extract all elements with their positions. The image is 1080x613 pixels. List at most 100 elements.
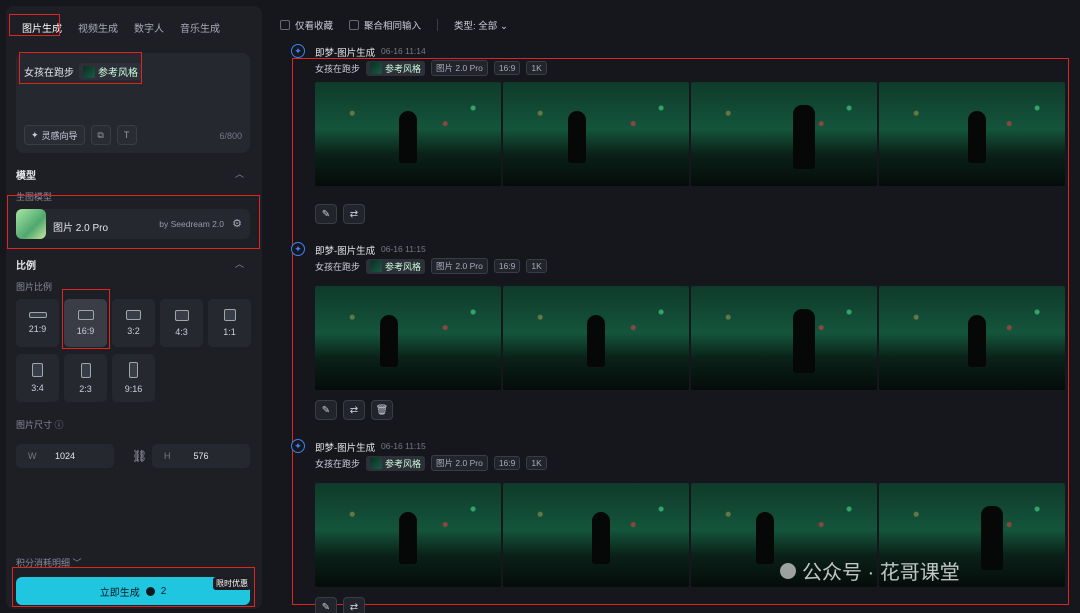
ratio-shape-icon (77, 310, 94, 320)
model-selector[interactable]: 图片 2.0 Pro by Seedream 2.0 ⚙ (16, 209, 250, 239)
height-input[interactable]: H 576 (152, 444, 250, 468)
resolution-tag: 1K (526, 259, 547, 273)
chevron-up-icon[interactable]: ︿ (235, 257, 244, 270)
tab-image[interactable]: 图片生成 (16, 16, 68, 39)
trash-icon[interactable]: 🗑 (371, 400, 393, 420)
ratio-label: 1:1 (223, 327, 236, 337)
fav-filter[interactable]: 仅看收藏 (280, 18, 333, 32)
filter-bar: 仅看收藏 聚合相同输入 类型: 全部 ⌄ (280, 18, 508, 32)
ratio-shape-icon (126, 310, 141, 320)
reference-chip[interactable]: 参考风格 (79, 63, 142, 80)
generated-image[interactable] (879, 82, 1065, 186)
reference-chip[interactable]: 参考风格 (366, 60, 426, 76)
edit-icon[interactable]: ✎ (315, 400, 337, 420)
coin-icon (145, 586, 155, 596)
reference-label: 参考风格 (98, 68, 138, 79)
ratio-label: 4:3 (175, 326, 188, 337)
ratio-shape-icon (223, 309, 236, 321)
inspire-button[interactable]: ✦ 灵感向导 (24, 125, 85, 145)
ratio-option[interactable]: 1:1 (208, 299, 251, 347)
model-tag: 图片 2.0 Pro (431, 258, 488, 274)
group-actions: ✎ ⇄ (315, 204, 365, 224)
reference-label: 参考风格 (385, 261, 422, 272)
ratio-option[interactable]: 2:3 (64, 354, 107, 402)
group-title: 即梦-图片生成 (315, 246, 376, 257)
ratio-shape-icon (28, 312, 47, 318)
watermark: 公众号 · 花哥课堂 (780, 556, 960, 585)
reference-thumbnail (370, 260, 383, 272)
image-upload-icon[interactable]: ⧉ (90, 125, 111, 145)
prompt-line: 女孩在跑步 参考风格 (24, 63, 142, 80)
group-actions: ✎ ⇄ 🗑 (315, 400, 393, 420)
ratio-option[interactable]: 21:9 (16, 299, 59, 347)
wechat-icon (780, 562, 796, 579)
generated-image[interactable] (315, 483, 501, 587)
group-meta: 女孩在跑步 参考风格 图片 2.0 Pro 16:9 1K (315, 60, 547, 76)
edit-icon[interactable]: ✎ (315, 597, 337, 613)
ratio-shape-icon (174, 309, 189, 321)
height-value: 576 (193, 451, 209, 461)
width-value: 1024 (54, 451, 76, 461)
generated-image[interactable] (503, 483, 689, 587)
reference-chip[interactable]: 参考风格 (366, 455, 426, 471)
ratio-sub-label: 图片比例 (16, 282, 53, 292)
group-title: 即梦-图片生成 (315, 48, 376, 59)
group-actions: ✎ ⇄ (315, 597, 365, 613)
ratio-shape-icon (80, 362, 91, 378)
tab-video[interactable]: 视频生成 (72, 16, 124, 39)
generated-image[interactable] (503, 82, 689, 186)
ratio-option[interactable]: 9:16 (112, 354, 155, 402)
prompt-tools: ✦ 灵感向导 ⧉ T (24, 125, 137, 145)
tab-avatar[interactable]: 数字人 (128, 16, 170, 39)
merge-filter[interactable]: 聚合相同输入 (349, 18, 421, 32)
width-input[interactable]: W 1024 (16, 444, 114, 468)
generated-image[interactable] (503, 286, 689, 390)
type-filter[interactable]: 类型: 全部 ⌄ (454, 18, 508, 32)
ratio-option[interactable]: 3:2 (112, 299, 155, 347)
divider (437, 19, 439, 31)
edit-icon[interactable]: ✎ (315, 204, 337, 224)
settings-sliders-icon[interactable]: ⚙ (232, 217, 242, 230)
generated-image[interactable] (879, 286, 1065, 390)
generated-image[interactable] (315, 286, 501, 390)
chevron-up-icon[interactable]: ︿ (235, 167, 244, 180)
tab-music[interactable]: 音乐生成 (174, 16, 226, 39)
model-section-title: 模型 (16, 171, 36, 182)
reference-chip[interactable]: 参考风格 (366, 258, 426, 274)
ratio-option[interactable]: 4:3 (160, 299, 203, 347)
chevron-down-icon: ﹀ (72, 558, 82, 568)
ratio-label: 16:9 (76, 326, 95, 336)
generated-image[interactable] (691, 286, 877, 390)
points-label: 积分消耗明细 (16, 558, 71, 568)
regenerate-icon[interactable]: ⇄ (343, 400, 365, 420)
prompt-box[interactable]: 女孩在跑步 参考风格 ✦ 灵感向导 ⧉ T 6/800 (16, 53, 250, 153)
reference-label: 参考风格 (385, 63, 422, 74)
reference-thumbnail (370, 457, 383, 469)
reference-thumbnail (83, 65, 95, 78)
ratio-option[interactable]: 3:4 (16, 354, 59, 402)
info-icon[interactable]: ⓘ (55, 420, 64, 430)
link-icon[interactable]: ⛓ (132, 449, 147, 463)
regenerate-icon[interactable]: ⇄ (343, 204, 365, 224)
ratio-shape-icon (32, 363, 43, 377)
inspire-label: 灵感向导 (41, 130, 78, 141)
model-by: by Seedream 2.0 (159, 219, 224, 229)
model-sub-label: 生图模型 (16, 192, 53, 202)
merge-label: 聚合相同输入 (364, 21, 422, 32)
points-detail[interactable]: 积分消耗明细 ﹀ (16, 556, 82, 569)
regenerate-icon[interactable]: ⇄ (343, 597, 365, 613)
model-tag: 图片 2.0 Pro (431, 455, 488, 471)
generated-image[interactable] (691, 82, 877, 186)
text-format-icon[interactable]: T (116, 125, 137, 145)
ratio-shape-icon (129, 362, 138, 378)
resolution-tag: 1K (526, 61, 547, 75)
type-label: 类型: 全部 (454, 21, 498, 32)
model-name: 图片 2.0 Pro (53, 223, 109, 234)
image-row (315, 286, 1065, 390)
generate-label: 立即生成 (99, 587, 140, 599)
prompt-text[interactable]: 女孩在跑步 (24, 64, 74, 79)
ratio-option[interactable]: 16:9 (64, 299, 107, 347)
generated-image[interactable] (315, 82, 501, 186)
reference-thumbnail (370, 62, 383, 74)
model-tag: 图片 2.0 Pro (431, 60, 488, 76)
